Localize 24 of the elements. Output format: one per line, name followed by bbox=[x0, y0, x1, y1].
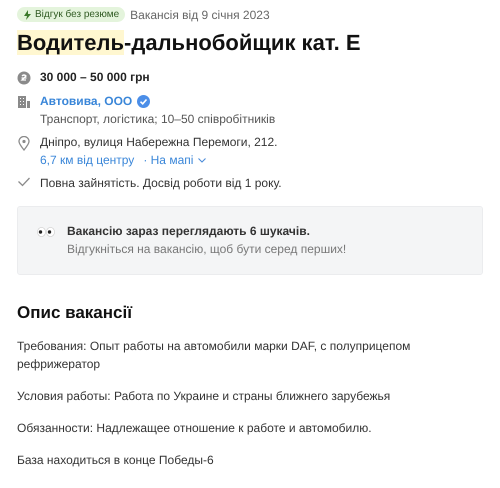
company-link[interactable]: Автовива, ООО bbox=[40, 94, 132, 108]
lightning-icon bbox=[24, 10, 31, 20]
description-paragraph: Условия работы: Работа по Украине и страны ближнего зарубежья bbox=[17, 388, 392, 405]
posted-date: Вакансія від 9 січня 2023 bbox=[130, 8, 270, 22]
description-paragraph: Требования: Опыт работы на автомобили марки DAF, с полуприцепом рефрижератор bbox=[17, 338, 412, 373]
job-title: Водитель-дальнобойщик кат. Е bbox=[17, 30, 362, 56]
description-paragraph: База находиться в конце Победы-6 bbox=[17, 452, 215, 469]
eyes-icon bbox=[37, 227, 55, 237]
notice-text: Відгукніться на вакансію, щоб бути серед перших! bbox=[67, 242, 346, 256]
distance-link[interactable]: 6,7 км від центру bbox=[40, 153, 134, 167]
chevron-down-icon[interactable] bbox=[198, 158, 206, 162]
section-heading: Опис вакансії bbox=[17, 303, 134, 323]
salary: 30 000 – 50 000 грн bbox=[40, 70, 150, 84]
currency-icon bbox=[17, 71, 31, 85]
checkmark-icon bbox=[17, 177, 31, 187]
description-paragraph: Обязанности: Надлежащее отношение к работе и автомобилю. bbox=[17, 420, 373, 437]
badge-label: Відгук без резюме bbox=[35, 9, 120, 20]
address: Дніпро, вулиця Набережна Перемоги, 212. bbox=[40, 135, 278, 149]
map-link[interactable]: · На мапі bbox=[143, 153, 194, 167]
building-icon bbox=[17, 95, 31, 109]
notice-title: Вакансію зараз переглядають 6 шукачів. bbox=[67, 224, 311, 238]
employment-conditions: Повна зайнятість. Досвід роботи від 1 року. bbox=[40, 176, 282, 190]
company-details: Транспорт, логістика; 10–50 співробітників bbox=[40, 112, 276, 126]
location-pin-icon bbox=[17, 136, 31, 151]
